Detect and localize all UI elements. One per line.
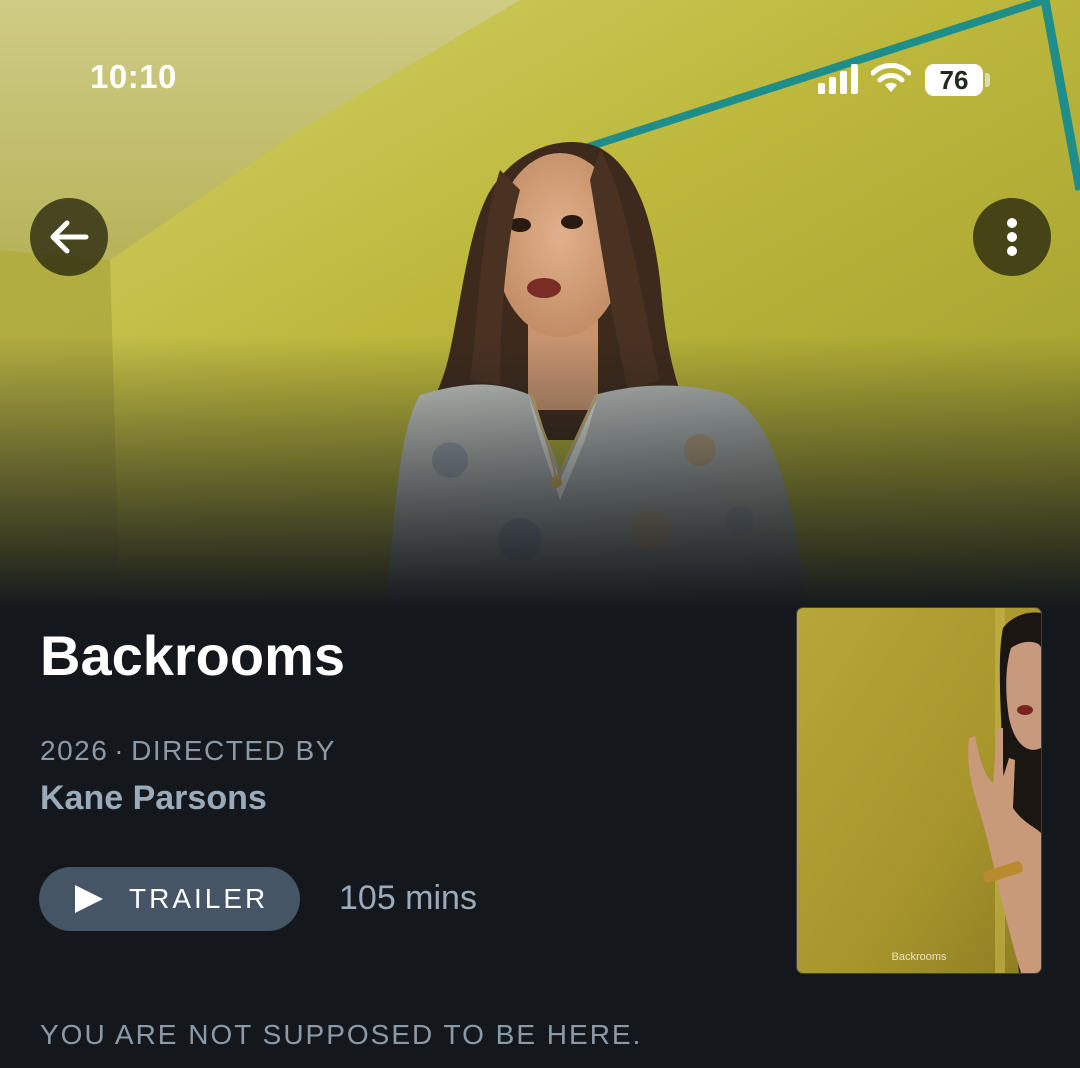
wifi-icon [871, 63, 911, 92]
play-icon [73, 883, 105, 915]
tagline: YOU ARE NOT SUPPOSED TO BE HERE. [40, 1019, 643, 1050]
directed-by-label: DIRECTED BY [131, 735, 336, 766]
battery-nub [985, 73, 990, 87]
cellular-signal-icon [818, 64, 858, 94]
film-detail-screen: 10:10 76 Backrooms 2026 · DIRECTED BY Ka… [0, 0, 1080, 1068]
battery-icon: 76 [925, 64, 983, 96]
film-year[interactable]: 2026 [40, 735, 108, 766]
status-time: 10:10 [90, 58, 177, 95]
status-bar: 10:10 76 [0, 0, 1080, 160]
more-options-button[interactable] [973, 198, 1051, 276]
director-link[interactable]: Kane Parsons [40, 776, 267, 820]
back-button[interactable] [30, 198, 108, 276]
runtime: 105 mins [339, 879, 477, 917]
film-title: Backrooms [40, 624, 346, 687]
poster-image[interactable]: Backrooms [797, 608, 1041, 973]
poster-caption: Backrooms [891, 951, 947, 963]
battery-level: 76 [939, 65, 969, 95]
film-meta: 2026 · DIRECTED BY [40, 733, 336, 769]
meta-separator: · [114, 735, 126, 766]
trailer-button[interactable]: TRAILER [39, 867, 300, 931]
vertical-ellipsis-icon [1007, 218, 1017, 256]
arrow-left-icon [50, 220, 89, 254]
trailer-label: TRAILER [129, 883, 269, 914]
